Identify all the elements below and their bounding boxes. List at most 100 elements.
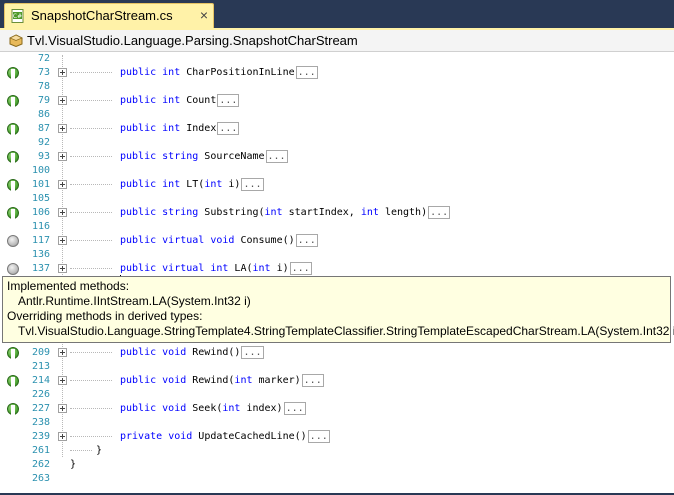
collapsed-region-marker[interactable]: ... bbox=[265, 150, 288, 163]
code-line[interactable]: 226 bbox=[0, 388, 674, 402]
expand-outline-icon[interactable] bbox=[58, 348, 67, 357]
expand-outline-icon[interactable] bbox=[58, 208, 67, 217]
closing-brace[interactable]: } bbox=[96, 444, 102, 458]
indent-dots bbox=[70, 128, 112, 129]
implements-glyph-icon[interactable] bbox=[7, 123, 19, 135]
closing-brace[interactable]: } bbox=[70, 458, 76, 472]
implements-glyph-icon[interactable] bbox=[7, 67, 19, 79]
code-line[interactable]: 73 public int CharPositionInLine... bbox=[0, 66, 674, 80]
tooltip-implemented-method: Antlr.Runtime.IIntStream.LA(System.Int32… bbox=[18, 294, 251, 308]
code-line[interactable]: 87 public int Index... bbox=[0, 122, 674, 136]
code-text[interactable]: public string SourceName... bbox=[120, 150, 288, 164]
code-line[interactable]: 106 public string Substring(int startInde… bbox=[0, 206, 674, 220]
collapsed-region-marker[interactable]: ... bbox=[217, 94, 240, 107]
expand-outline-icon[interactable] bbox=[58, 404, 67, 413]
code-line[interactable]: 214 public void Rewind(int marker)... bbox=[0, 374, 674, 388]
tooltip-heading-implemented: Implemented methods: bbox=[7, 279, 130, 293]
implements-glyph-icon[interactable] bbox=[7, 151, 19, 163]
implements-glyph-icon[interactable] bbox=[7, 179, 19, 191]
expand-outline-icon[interactable] bbox=[58, 68, 67, 77]
line-number: 105 bbox=[31, 193, 50, 204]
expand-outline-icon[interactable] bbox=[58, 152, 67, 161]
collapsed-region-marker[interactable]: ... bbox=[241, 178, 264, 191]
implements-glyph-icon[interactable] bbox=[7, 403, 19, 415]
implements-glyph-icon[interactable] bbox=[7, 347, 19, 359]
code-line[interactable]: 78 bbox=[0, 80, 674, 94]
expand-outline-icon[interactable] bbox=[58, 264, 67, 273]
code-line[interactable]: 101 public int LT(int i)... bbox=[0, 178, 674, 192]
code-text[interactable]: private void UpdateCachedLine()... bbox=[120, 430, 330, 444]
document-tab[interactable]: C# SnapshotCharStream.cs × bbox=[4, 3, 214, 28]
code-line[interactable]: 100 bbox=[0, 164, 674, 178]
code-text[interactable]: public int CharPositionInLine... bbox=[120, 66, 318, 80]
expand-outline-icon[interactable] bbox=[58, 124, 67, 133]
indent-dots bbox=[70, 408, 112, 409]
close-tab-button[interactable]: × bbox=[200, 7, 208, 23]
line-number: 214 bbox=[31, 375, 50, 386]
code-text[interactable]: public string Substring(int startIndex, … bbox=[120, 206, 451, 220]
code-text[interactable]: public int LT(int i)... bbox=[120, 178, 264, 192]
collapsed-region-marker[interactable]: ... bbox=[307, 430, 330, 443]
implements-glyph-icon[interactable] bbox=[7, 375, 19, 387]
code-line[interactable]: 262} bbox=[0, 458, 674, 472]
code-text[interactable]: public virtual int LA(int i)... bbox=[120, 262, 312, 276]
code-line[interactable]: 261} bbox=[0, 444, 674, 458]
expand-outline-icon[interactable] bbox=[58, 96, 67, 105]
overridden-glyph-icon[interactable] bbox=[7, 263, 19, 275]
code-line[interactable]: 117 public virtual void Consume()... bbox=[0, 234, 674, 248]
code-text[interactable]: public void Rewind(int marker)... bbox=[120, 374, 324, 388]
code-line[interactable]: 105 bbox=[0, 192, 674, 206]
code-text[interactable]: public void Seek(int index)... bbox=[120, 402, 306, 416]
code-line[interactable]: 86 bbox=[0, 108, 674, 122]
collapsed-region-marker[interactable]: ... bbox=[428, 206, 451, 219]
indent-dots bbox=[70, 380, 112, 381]
line-number: 209 bbox=[31, 347, 50, 358]
collapsed-region-marker[interactable]: ... bbox=[217, 122, 240, 135]
line-number: 137 bbox=[31, 263, 50, 274]
collapsed-region-marker[interactable]: ... bbox=[241, 346, 264, 359]
line-number: 226 bbox=[31, 389, 50, 400]
expand-outline-icon[interactable] bbox=[58, 432, 67, 441]
type-selector[interactable]: Tvl.VisualStudio.Language.Parsing.Snapsh… bbox=[27, 33, 358, 48]
code-line[interactable]: 72 bbox=[0, 52, 674, 66]
code-text[interactable]: public void Rewind()... bbox=[120, 346, 264, 360]
indent-dots bbox=[70, 156, 112, 157]
code-area[interactable]: 72 73 public int CharPositionInLine... 78 79… bbox=[0, 52, 674, 495]
code-line[interactable]: 136 bbox=[0, 248, 674, 262]
code-line[interactable]: 137 public virtual int LA(int i)... bbox=[0, 262, 674, 276]
svg-text:C#: C# bbox=[13, 13, 22, 20]
overridden-glyph-icon[interactable] bbox=[7, 235, 19, 247]
code-text[interactable]: public int Count... bbox=[120, 94, 240, 108]
line-number: 100 bbox=[31, 165, 50, 176]
code-line[interactable]: 92 bbox=[0, 136, 674, 150]
collapsed-region-marker[interactable]: ... bbox=[289, 262, 312, 275]
collapsed-region-marker[interactable]: ... bbox=[295, 234, 318, 247]
code-line[interactable]: 213 bbox=[0, 360, 674, 374]
code-line[interactable]: 209 public void Rewind()... bbox=[0, 346, 674, 360]
expand-outline-icon[interactable] bbox=[58, 180, 67, 189]
code-text[interactable]: public virtual void Consume()... bbox=[120, 234, 318, 248]
code-line[interactable]: 239 private void UpdateCachedLine()... bbox=[0, 430, 674, 444]
code-line[interactable]: 227 public void Seek(int index)... bbox=[0, 402, 674, 416]
code-line[interactable]: 263 bbox=[0, 472, 674, 486]
implements-glyph-icon[interactable] bbox=[7, 207, 19, 219]
code-editor: Tvl.VisualStudio.Language.Parsing.Snapsh… bbox=[0, 28, 674, 493]
code-line[interactable]: 116 bbox=[0, 220, 674, 234]
indent-dots bbox=[70, 352, 112, 353]
collapsed-region-marker[interactable]: ... bbox=[283, 402, 306, 415]
line-number: 136 bbox=[31, 249, 50, 260]
expand-outline-icon[interactable] bbox=[58, 376, 67, 385]
implements-glyph-icon[interactable] bbox=[7, 95, 19, 107]
expand-outline-icon[interactable] bbox=[58, 236, 67, 245]
collapsed-region-marker[interactable]: ... bbox=[301, 374, 324, 387]
navigation-bar[interactable]: Tvl.VisualStudio.Language.Parsing.Snapsh… bbox=[0, 30, 674, 52]
indent-dots bbox=[70, 72, 112, 73]
code-line[interactable]: 79 public int Count... bbox=[0, 94, 674, 108]
code-text[interactable]: public int Index... bbox=[120, 122, 240, 136]
collapsed-region-marker[interactable]: ... bbox=[295, 66, 318, 79]
code-line[interactable]: 238 bbox=[0, 416, 674, 430]
code-line[interactable]: 93 public string SourceName... bbox=[0, 150, 674, 164]
line-number: 263 bbox=[31, 473, 50, 484]
indent-dots bbox=[70, 240, 112, 241]
line-number: 116 bbox=[31, 221, 50, 232]
